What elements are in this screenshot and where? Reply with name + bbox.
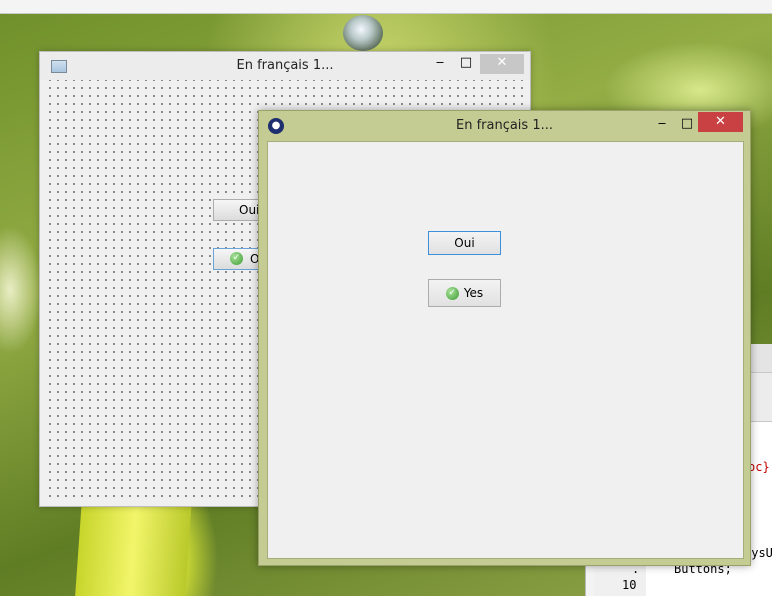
form-client-area: Oui ✓ Yes bbox=[267, 141, 744, 559]
yes-button-label: Yes bbox=[463, 286, 484, 300]
check-icon: ✓ bbox=[445, 286, 459, 300]
oui-button-label: Oui bbox=[454, 236, 475, 250]
oui-button[interactable]: Oui bbox=[428, 231, 501, 255]
designer-maximize-button[interactable]: □ bbox=[452, 54, 480, 74]
check-icon: ✓ bbox=[230, 252, 243, 265]
running-close-button[interactable]: ✕ bbox=[698, 112, 743, 132]
designer-titlebar[interactable]: En français 1... ‒ □ ✕ bbox=[40, 52, 530, 80]
running-maximize-button[interactable]: □ bbox=[673, 115, 701, 135]
designer-minimize-button[interactable]: ‒ bbox=[426, 54, 454, 74]
wallpaper-grass-blade bbox=[74, 500, 192, 596]
designer-close-button[interactable]: ✕ bbox=[480, 54, 524, 74]
top-window-edge bbox=[0, 0, 772, 14]
code-fragment-1: oc} bbox=[748, 460, 770, 474]
gutter-line-number: 10 bbox=[622, 578, 637, 592]
designer-oui-label: Oui bbox=[239, 203, 260, 217]
wallpaper-water-droplet bbox=[343, 15, 383, 51]
running-minimize-button[interactable]: ‒ bbox=[649, 115, 675, 135]
running-form-window[interactable]: ● En français 1... ‒ □ ✕ Oui ✓ Yes bbox=[258, 110, 751, 566]
yes-button[interactable]: ✓ Yes bbox=[428, 279, 501, 307]
